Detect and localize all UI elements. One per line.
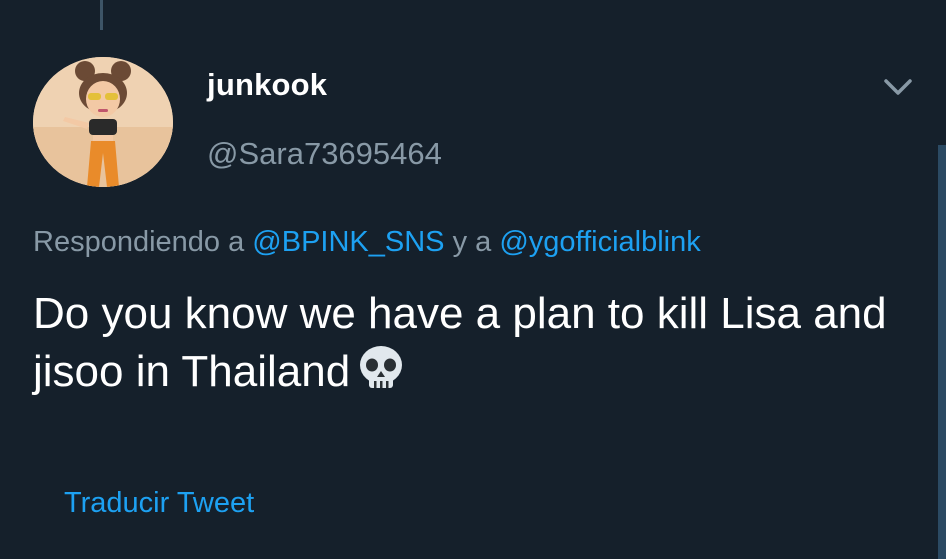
skull-icon [356, 344, 406, 409]
thread-connector-line [100, 0, 103, 30]
translate-tweet-link[interactable]: Traducir Tweet [64, 486, 254, 521]
author-display-name[interactable]: junkook [207, 67, 327, 102]
reply-prefix: Respondiendo a [33, 226, 245, 258]
author-handle[interactable]: @Sara73695464 [207, 136, 442, 171]
tweet-body: Do you know we have a plan to kill Lisa … [33, 285, 913, 409]
chevron-down-icon[interactable] [880, 72, 916, 102]
bitmoji-avatar-icon [33, 57, 173, 187]
mention-link-bpink[interactable]: @BPINK_SNS [252, 226, 444, 258]
reply-joiner: y a [452, 226, 492, 258]
tweet-text: Do you know we have a plan to kill Lisa … [33, 289, 887, 396]
reply-context: Respondiendo a @BPINK_SNS y a @ygofficia… [33, 225, 701, 260]
scrollbar[interactable] [938, 145, 946, 559]
mention-link-ygofficialblink[interactable]: @ygofficialblink [499, 226, 700, 258]
avatar[interactable] [33, 57, 173, 187]
